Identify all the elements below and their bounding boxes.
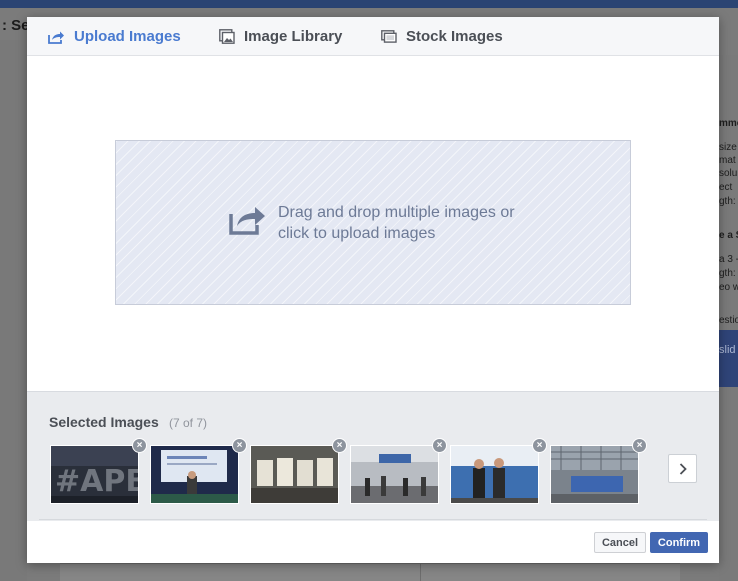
background-text: a 3 -	[719, 254, 738, 265]
background-text: size	[719, 142, 737, 153]
tab-stock-images[interactable]: Stock Images	[381, 17, 503, 56]
background-text: gth:	[719, 196, 736, 207]
background-text: mat	[719, 155, 736, 166]
selected-image-thumbnail[interactable]	[550, 445, 639, 504]
tab-label: Upload Images	[74, 28, 181, 45]
tab-bar: Upload Images Image Library Stock Images	[27, 17, 719, 56]
tab-label: Stock Images	[406, 28, 503, 45]
selected-images-panel: Selected Images (7 of 7) #APB × × × × × …	[27, 391, 719, 521]
background-text: ect	[719, 182, 733, 193]
selected-image-thumbnail[interactable]	[250, 445, 339, 504]
tab-upload-images[interactable]: Upload Images	[48, 17, 181, 56]
remove-image-button[interactable]: ×	[132, 438, 147, 453]
background-text: estio	[719, 315, 738, 326]
background-title: : Se	[2, 17, 30, 34]
background-text: e a S	[719, 230, 738, 241]
dropzone-text: Drag and drop multiple images or click t…	[278, 204, 515, 242]
svg-text:#APB: #APB	[55, 464, 139, 499]
cancel-button[interactable]: Cancel	[594, 532, 646, 553]
image-library-icon	[219, 29, 235, 44]
selected-image-thumbnail[interactable]	[150, 445, 239, 504]
footer-divider	[39, 519, 707, 520]
remove-image-button[interactable]: ×	[332, 438, 347, 453]
selected-image-thumbnail[interactable]: #APB	[50, 445, 139, 504]
chevron-right-icon	[679, 462, 687, 475]
upload-share-icon	[229, 207, 265, 235]
background-text: mme	[719, 118, 738, 129]
image-picker-modal: Upload Images Image Library Stock Images…	[27, 17, 719, 563]
tab-label: Image Library	[244, 28, 343, 45]
background-text: gth:	[719, 268, 736, 279]
background-text: solu	[719, 168, 738, 179]
upload-dropzone[interactable]: Drag and drop multiple images or click t…	[115, 140, 631, 305]
remove-image-button[interactable]: ×	[532, 438, 547, 453]
stock-images-icon	[381, 30, 397, 43]
background-bottom	[60, 563, 680, 581]
selected-image-thumbnail[interactable]	[350, 445, 439, 504]
selected-image-thumbnail[interactable]	[450, 445, 539, 504]
background-top-bar	[0, 0, 738, 8]
selected-images-count: (7 of 7)	[169, 416, 208, 430]
next-images-button[interactable]	[668, 454, 697, 483]
upload-icon	[48, 31, 64, 44]
background-text: eo w	[719, 282, 738, 293]
background-button: slid	[719, 330, 738, 387]
background-divider	[420, 563, 421, 581]
tab-image-library[interactable]: Image Library	[219, 17, 342, 56]
remove-image-button[interactable]: ×	[632, 438, 647, 453]
background-left-panel	[0, 40, 27, 581]
remove-image-button[interactable]: ×	[432, 438, 447, 453]
remove-image-button[interactable]: ×	[232, 438, 247, 453]
selected-images-title: Selected Images	[49, 414, 159, 430]
confirm-button[interactable]: Confirm	[650, 532, 708, 553]
